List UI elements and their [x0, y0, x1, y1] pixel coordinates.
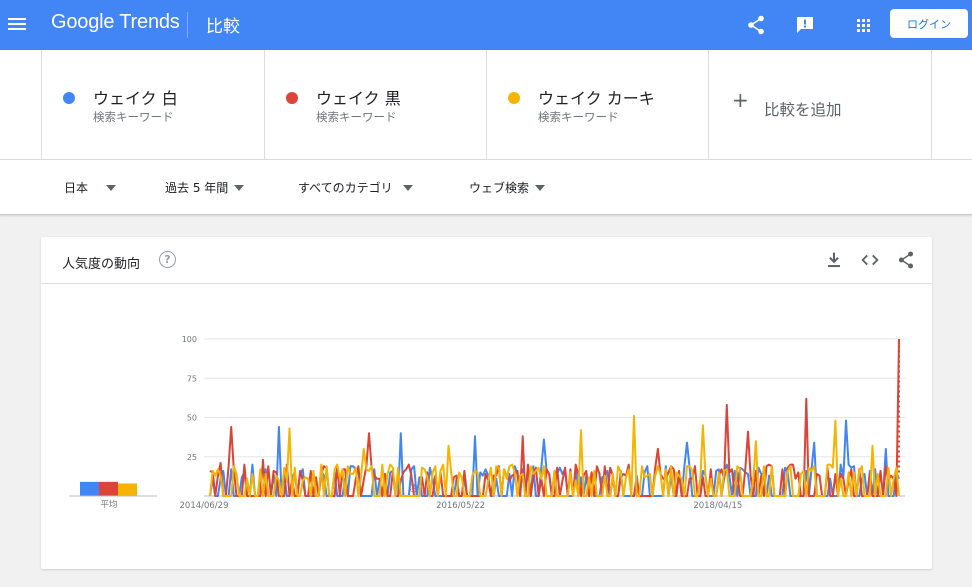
y-tick-label: 100	[182, 335, 197, 344]
chevron-down-icon	[535, 184, 546, 191]
term-color-dot	[286, 92, 298, 104]
chevron-down-icon	[234, 184, 245, 191]
term-name: ウェイク カーキ	[538, 89, 655, 108]
term-name: ウェイク 白	[93, 89, 178, 108]
term-subtitle: 検索キーワード	[316, 110, 397, 124]
apps-grid-icon[interactable]	[851, 13, 875, 37]
term-card-black[interactable]: ウェイク 黒 検索キーワード	[264, 50, 486, 159]
term-color-dot	[63, 92, 75, 104]
page-title: 比較	[206, 17, 240, 37]
category-dropdown[interactable]: すべてのカテゴリ	[298, 179, 413, 196]
term-card-khaki[interactable]: ウェイク カーキ 検索キーワード	[486, 50, 708, 159]
interest-chart: 100 75 50 25 2014/06/29 2016/05/22 2018/04/15 平…	[69, 335, 905, 511]
share-icon[interactable]	[744, 13, 768, 37]
interest-over-time-card: 人気度の動向 ? 100 75 50 25 2014/06/29 2016/05/22 20…	[41, 237, 932, 569]
y-tick-label: 50	[187, 414, 197, 423]
series-line	[209, 414, 900, 497]
top-app-bar: Google Trends 比較 ログイン	[0, 0, 972, 50]
search-terms-bar: ウェイク 白 検索キーワード ウェイク 黒 検索キーワード ウェイク カーキ 検…	[0, 50, 972, 160]
term-color-dot	[508, 92, 520, 104]
plus-icon: +	[732, 88, 749, 112]
search-type-dropdown[interactable]: ウェブ検索	[469, 179, 546, 196]
period-dropdown[interactable]: 過去 5 年間	[165, 179, 245, 196]
average-bar	[99, 481, 118, 496]
chevron-down-icon	[402, 184, 413, 191]
average-bar	[118, 483, 137, 496]
filter-bar: 日本 過去 5 年間 すべてのカテゴリ ウェブ検索	[0, 160, 972, 215]
google-trends-logo[interactable]: Google Trends	[51, 11, 180, 34]
chevron-down-icon	[106, 184, 117, 191]
term-subtitle: 検索キーワード	[538, 110, 619, 124]
feedback-icon[interactable]	[793, 13, 817, 37]
average-bar	[80, 481, 99, 496]
term-card-white[interactable]: ウェイク 白 検索キーワード	[41, 50, 264, 159]
region-dropdown[interactable]: 日本	[64, 179, 117, 196]
y-tick-label: 75	[187, 374, 197, 383]
add-comparison-button[interactable]: + 比較を追加	[708, 50, 932, 159]
header-divider	[187, 12, 188, 38]
category-value: すべてのカテゴリ	[298, 181, 393, 195]
average-label: 平均	[100, 499, 117, 510]
x-tick-label: 2014/06/29	[180, 501, 229, 511]
x-tick-label: 2018/04/15	[693, 501, 742, 511]
series-line	[209, 419, 900, 497]
x-tick-label: 2016/05/22	[436, 501, 485, 511]
y-tick-label: 25	[187, 453, 197, 462]
period-value: 過去 5 年間	[165, 181, 229, 195]
menu-icon[interactable]	[7, 15, 27, 35]
term-subtitle: 検索キーワード	[93, 110, 174, 124]
term-name: ウェイク 黒	[316, 89, 401, 108]
search-type-value: ウェブ検索	[469, 181, 530, 195]
region-value: 日本	[64, 181, 89, 195]
add-comparison-label: 比較を追加	[764, 101, 842, 119]
login-button[interactable]: ログイン	[890, 9, 968, 38]
